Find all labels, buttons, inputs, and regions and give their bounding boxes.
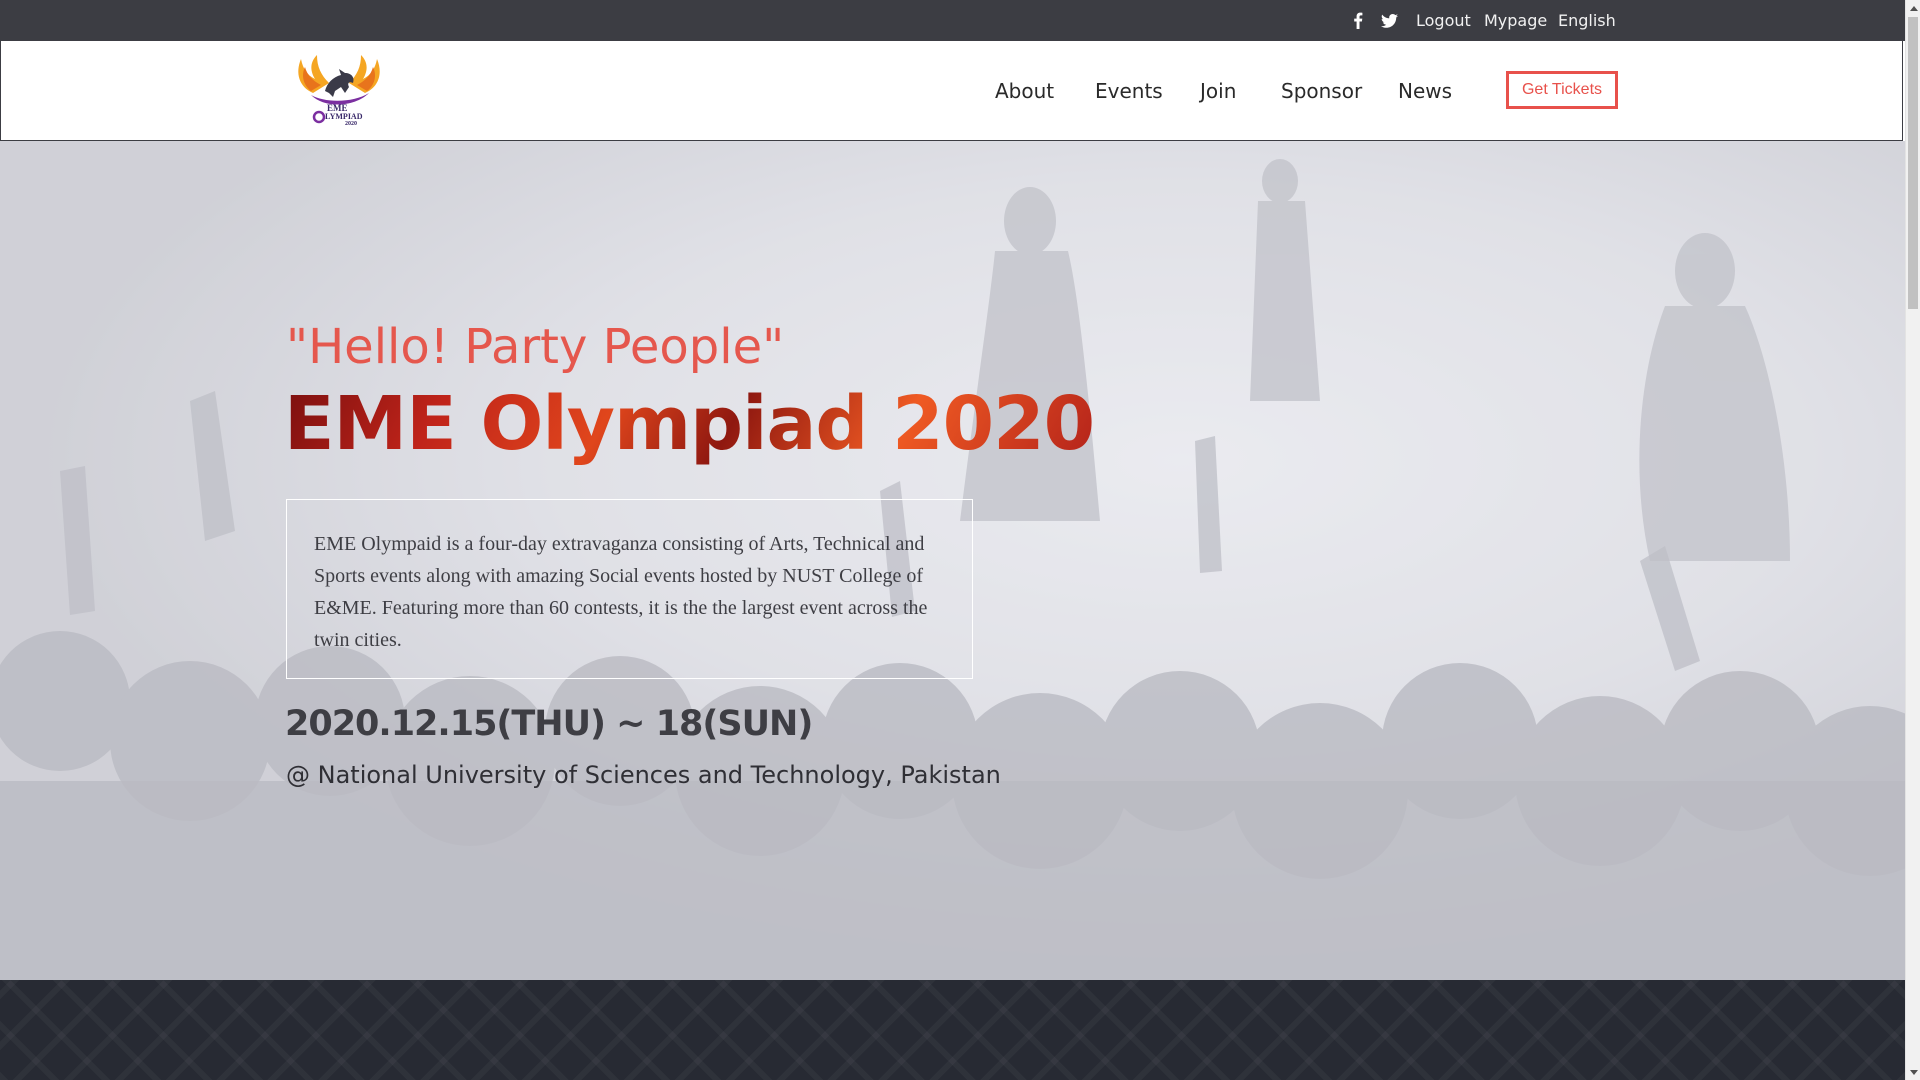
hero-section: "Hello! Party People" EME Olympiad 2020 … [0,141,1905,980]
get-tickets-button[interactable]: Get Tickets [1506,71,1618,109]
top-bar: Logout Mypage English [0,0,1905,41]
twitter-icon[interactable] [1379,0,1399,41]
page-scrollbar[interactable] [1905,0,1920,1080]
scroll-up-arrow-icon[interactable] [1906,0,1920,15]
svg-text:2020: 2020 [345,121,357,125]
hero-description-box: EME Olympaid is a four-day extravaganza … [286,499,973,679]
nav-about[interactable]: About [995,41,1054,141]
hero-title: EME Olympiad 2020 [284,381,1095,467]
facebook-icon[interactable] [1349,0,1367,41]
scroll-thumb[interactable] [1908,17,1918,309]
page: Logout Mypage English EME LYMPIAD 2020 A… [0,0,1905,1080]
hero-tagline: "Hello! Party People" [286,319,785,375]
dark-pattern-section [0,980,1905,1080]
nav-news[interactable]: News [1398,41,1452,141]
nav-join[interactable]: Join [1200,41,1236,141]
logout-link[interactable]: Logout [1416,0,1471,41]
language-selector[interactable]: English [1558,0,1616,41]
event-dates: 2020.12.15(THU) ~ 18(SUN) [285,704,813,744]
eme-olympiad-logo[interactable]: EME LYMPIAD 2020 [289,53,389,127]
svg-text:LYMPIAD: LYMPIAD [325,112,363,121]
nav-events[interactable]: Events [1095,41,1163,141]
nav-sponsor[interactable]: Sponsor [1281,41,1362,141]
scroll-down-arrow-icon[interactable] [1906,1065,1920,1080]
mypage-link[interactable]: Mypage [1484,0,1547,41]
hero-description: EME Olympaid is a four-day extravaganza … [314,533,928,651]
main-navbar: EME LYMPIAD 2020 About Events Join Spons… [0,41,1903,141]
event-venue: @ National University of Sciences and Te… [286,761,1001,789]
